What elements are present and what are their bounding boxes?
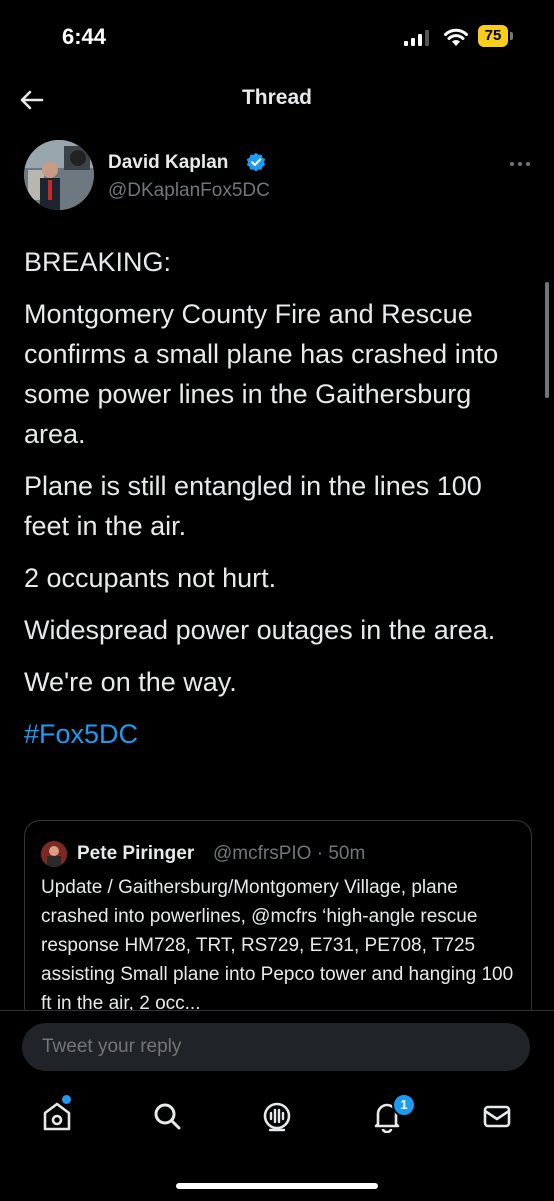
tweet-text: BREAKING: Montgomery County Fire and Res… [24,242,534,766]
status-time: 6:44 [62,24,107,49]
messages-mail-icon[interactable] [480,1099,514,1133]
quoted-author-meta: @mcfrsPIO · 50m [213,843,366,864]
page-title: Thread [241,86,312,109]
battery-icon: 75 [478,25,514,47]
cellular-signal-icon [404,30,429,46]
battery-level: 75 [478,25,508,47]
home-indicator [176,1183,378,1189]
reply-box[interactable] [22,1023,530,1071]
status-bar: 6:44 75 [0,0,554,70]
bottom-bar: 1 [0,1010,554,1201]
tweet-paragraph: We're on the way. [24,667,237,697]
tweet-paragraph: BREAKING: [24,247,172,277]
spaces-icon[interactable] [260,1099,294,1133]
home-notification-dot [62,1095,71,1104]
author-name[interactable]: David Kaplan [108,152,228,174]
author-handle[interactable]: @DKaplanFox5DC [108,180,270,202]
wifi-icon [444,28,468,46]
quoted-tweet-card[interactable]: Pete Piringer @mcfrsPIO · 50m Update / G… [24,820,532,1022]
more-options-icon[interactable] [508,160,532,168]
tweet-paragraph: Widespread power outages in the area. [24,615,496,645]
nav-bar: Thread [0,70,554,130]
quoted-tweet-text: Update / Gaithersburg/Montgomery Village… [41,877,514,1014]
scrollbar[interactable] [545,282,549,398]
verified-badge-icon [246,152,266,172]
tweet-paragraph: Montgomery County Fire and Rescue confir… [24,299,499,449]
author-avatar[interactable] [24,140,94,210]
notifications-count-badge: 1 [392,1093,416,1117]
home-icon[interactable] [40,1099,74,1133]
tweet-paragraph: 2 occupants not hurt. [24,563,277,593]
quoted-author-avatar [41,841,67,867]
reply-input[interactable] [40,1035,504,1059]
search-icon[interactable] [150,1099,184,1133]
tweet-paragraph: Plane is still entangled in the lines 10… [24,471,482,541]
quoted-author-name: Pete Piringer [77,843,195,864]
hashtag-link[interactable]: #Fox5DC [24,719,138,749]
